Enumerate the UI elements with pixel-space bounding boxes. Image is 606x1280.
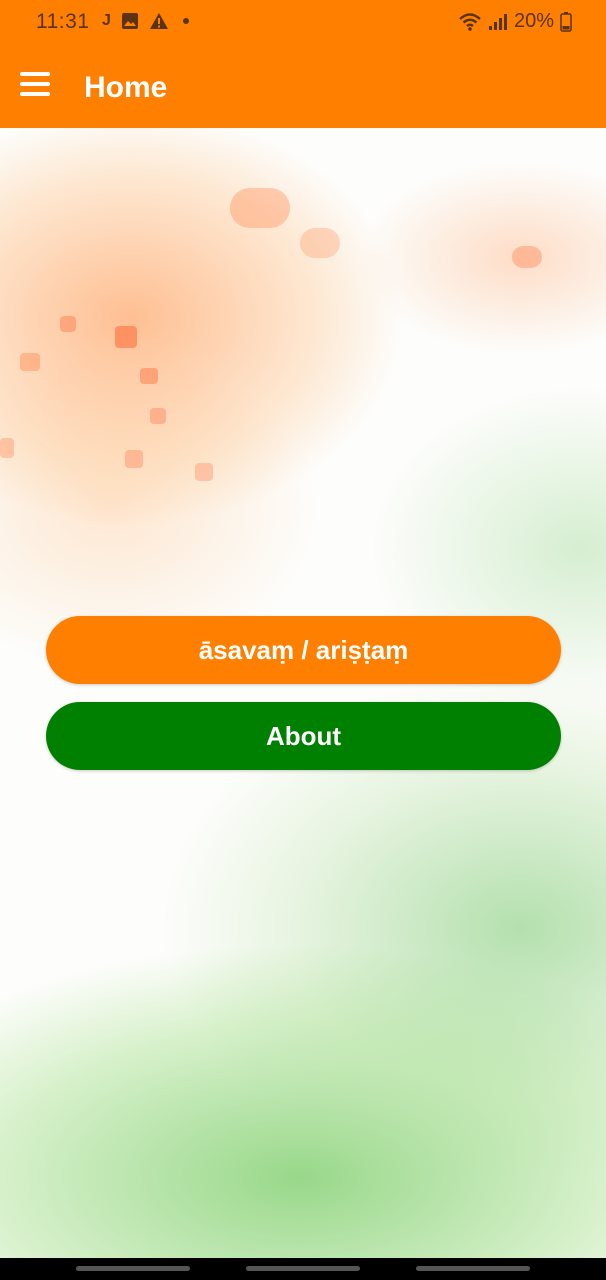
- j-app-icon: J: [102, 12, 111, 29]
- nav-back-handle[interactable]: [416, 1266, 530, 1271]
- system-icons: 20%: [458, 10, 572, 33]
- hamburger-menu-icon[interactable]: [20, 72, 54, 102]
- wifi-icon: [459, 12, 481, 31]
- app-bar: Home: [0, 46, 606, 128]
- background-image: [0, 128, 606, 1258]
- page-title: Home: [84, 71, 168, 104]
- about-button[interactable]: About: [46, 702, 561, 770]
- asavam-arishtam-button[interactable]: āsavaṃ / ariṣṭaṃ: [46, 616, 561, 684]
- nav-recent-handle[interactable]: [76, 1266, 190, 1271]
- battery-icon: [560, 11, 572, 32]
- status-bar: 11:31 J 20%: [0, 0, 606, 46]
- nav-home-handle[interactable]: [246, 1266, 360, 1271]
- signal-icon: [488, 13, 507, 30]
- battery-percentage: 20%: [513, 10, 554, 32]
- notification-icons: J: [102, 12, 189, 30]
- navigation-bar: [0, 1258, 606, 1280]
- dot-icon: [182, 18, 189, 24]
- warning-icon: [149, 13, 168, 29]
- image-icon: [121, 13, 138, 29]
- status-time: 11:31: [36, 10, 90, 33]
